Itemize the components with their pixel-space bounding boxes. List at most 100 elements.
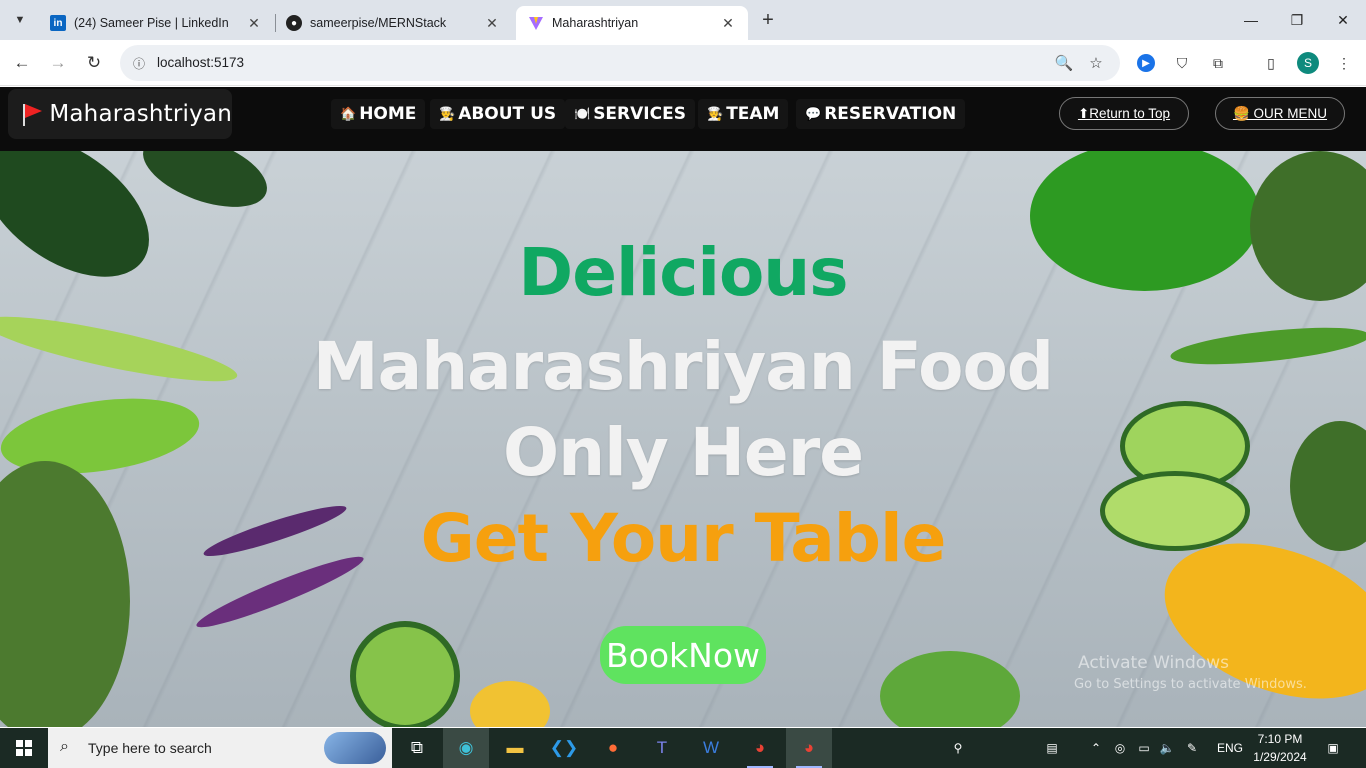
- web-page: Maharashtriyan 🏠 HOME 👨‍🍳 ABOUT US 🍽️ SE…: [0, 87, 1366, 727]
- start-button[interactable]: [0, 728, 48, 768]
- notification-icon: ▣: [1327, 741, 1339, 755]
- tab-title: sameerpise/MERNStack: [310, 16, 447, 30]
- news-icon: ▤: [1046, 741, 1058, 755]
- pen-icon: ✎: [1186, 741, 1198, 755]
- clock-date: 1/29/2024: [1253, 750, 1307, 764]
- extensions-button[interactable]: ⧉: [1207, 52, 1229, 74]
- search-highlight-image: [324, 732, 386, 764]
- search-placeholder: Type here to search: [88, 740, 212, 756]
- vite-icon: [528, 15, 544, 31]
- language-indicator[interactable]: ENG: [1212, 728, 1248, 768]
- taskbar: ⌕ Type here to search ⧉ ◉ ▬ ❮❯ ● T W ◕ ◕…: [0, 728, 1366, 768]
- folder-icon: ▬: [506, 738, 524, 757]
- github-icon: ●: [286, 15, 302, 31]
- address-bar[interactable]: ⓘ localhost:5173 🔍 ☆: [120, 45, 1120, 81]
- new-tab-button[interactable]: +: [756, 8, 780, 32]
- nav-home[interactable]: 🏠 HOME: [331, 99, 426, 129]
- taskbar-file-explorer[interactable]: ▬: [492, 728, 538, 768]
- news-widget-button[interactable]: ▤: [1038, 728, 1066, 768]
- extension-button[interactable]: ▶: [1135, 52, 1157, 74]
- avatar: S: [1297, 52, 1319, 74]
- chrome-icon: ◕: [754, 738, 766, 757]
- side-panel-icon: ▯: [1267, 54, 1275, 71]
- cucumber-slice-image: [350, 621, 460, 727]
- close-window-button[interactable]: ✕: [1320, 0, 1366, 40]
- bookmark-star-icon[interactable]: ☆: [1085, 53, 1107, 73]
- our-menu-button[interactable]: 🍔 OUR MENU: [1215, 97, 1345, 130]
- taskbar-chrome-profile[interactable]: ◕: [786, 728, 832, 768]
- tab-linkedin[interactable]: in (24) Sameer Pise | LinkedIn ✕: [38, 6, 274, 40]
- activate-windows-subtitle: Go to Settings to activate Windows.: [1074, 677, 1307, 692]
- clock-time: 7:10 PM: [1257, 732, 1303, 746]
- linkedin-icon: in: [50, 15, 66, 31]
- people-button[interactable]: ⚲: [944, 728, 972, 768]
- lettuce-image: [880, 651, 1020, 727]
- battery-button[interactable]: ▭: [1134, 728, 1154, 768]
- zoom-icon[interactable]: 🔍: [1053, 53, 1075, 73]
- task-view-icon: ⧉: [410, 738, 424, 757]
- profile-button[interactable]: S: [1297, 52, 1319, 74]
- tab-maharashtriyan[interactable]: Maharashtriyan ✕: [516, 6, 748, 40]
- hero-heading-main: Maharashriyan Food Only Here: [312, 328, 1054, 491]
- tab-search-button[interactable]: ▼: [8, 8, 32, 32]
- chrome-icon: ◕: [803, 738, 815, 757]
- return-to-top-button[interactable]: ⬆Return to Top: [1059, 97, 1189, 130]
- side-panel-button[interactable]: ▯: [1260, 52, 1282, 74]
- taskbar-postman[interactable]: ●: [590, 728, 636, 768]
- taskbar-search[interactable]: ⌕ Type here to search: [48, 728, 392, 768]
- more-vert-icon: ⋮: [1337, 54, 1351, 71]
- taskbar-word[interactable]: W: [688, 728, 734, 768]
- taskbar-vscode[interactable]: ❮❯: [541, 728, 587, 768]
- taskbar-edge[interactable]: ◉: [443, 728, 489, 768]
- url-text[interactable]: localhost:5173: [157, 55, 244, 70]
- tab-title: Maharashtriyan: [552, 16, 639, 30]
- system-clock[interactable]: 7:10 PM 1/29/2024: [1248, 730, 1312, 766]
- nav-label: HOME: [359, 104, 417, 124]
- close-icon[interactable]: ✕: [246, 15, 262, 32]
- meet-now-button[interactable]: ◎: [1110, 728, 1130, 768]
- taskbar-teams[interactable]: T: [639, 728, 685, 768]
- vscode-icon: ❮❯: [549, 738, 579, 757]
- nav-reservation[interactable]: 💬 RESERVATION: [796, 99, 966, 129]
- shield-extension-button[interactable]: ⛉: [1171, 52, 1193, 74]
- nav-team[interactable]: 🧑‍🍳 TEAM: [698, 99, 789, 129]
- house-icon: 🏠: [340, 106, 357, 122]
- activate-windows-title: Activate Windows: [1078, 653, 1229, 673]
- postman-icon: ●: [607, 738, 619, 757]
- nav-about-us[interactable]: 👨‍🍳 ABOUT US: [430, 99, 566, 129]
- plate-icon: 🍽️: [574, 106, 591, 122]
- search-icon: ⌕: [60, 738, 69, 755]
- chevron-up-icon: ⌃: [1090, 741, 1102, 755]
- menu-button[interactable]: ⋮: [1333, 52, 1355, 74]
- forward-button[interactable]: →: [45, 50, 71, 76]
- minimize-button[interactable]: —: [1228, 0, 1274, 40]
- nav-label: SERVICES: [593, 104, 686, 124]
- speaker-icon: 🔈: [1159, 741, 1175, 755]
- tab-strip: ▼ in (24) Sameer Pise | LinkedIn ✕ ● sam…: [0, 0, 1366, 40]
- taskbar-chrome[interactable]: ◕: [737, 728, 783, 768]
- nav-services[interactable]: 🍽️ SERVICES: [565, 99, 695, 129]
- tab-github[interactable]: ● sameerpise/MERNStack ✕: [274, 6, 512, 40]
- book-now-button[interactable]: BookNow: [600, 626, 766, 684]
- restore-button[interactable]: ❐: [1274, 0, 1320, 40]
- brand-logo[interactable]: Maharashtriyan: [8, 89, 232, 139]
- play-extension-icon: ▶: [1137, 54, 1155, 72]
- nav-label: ABOUT US: [458, 104, 557, 124]
- task-view-button[interactable]: ⧉: [394, 728, 440, 768]
- pen-button[interactable]: ✎: [1182, 728, 1202, 768]
- close-icon[interactable]: ✕: [720, 15, 736, 32]
- site-info-icon[interactable]: ⓘ: [130, 54, 148, 72]
- nav-label: TEAM: [726, 104, 780, 124]
- battery-icon: ▭: [1138, 741, 1150, 755]
- hero-heading-table: Get Your Table: [420, 500, 947, 577]
- plus-icon: +: [762, 8, 774, 31]
- flag-icon: [20, 102, 43, 126]
- volume-button[interactable]: 🔈: [1157, 728, 1177, 768]
- reload-button[interactable]: ↻: [81, 50, 107, 76]
- close-icon[interactable]: ✕: [484, 15, 500, 32]
- brand-name: Maharashtriyan: [49, 101, 232, 127]
- back-button[interactable]: ←: [9, 50, 35, 76]
- browser-toolbar: ← → ↻ ⓘ localhost:5173 🔍 ☆ ▶ ⛉ ⧉ ▯ S ⋮: [0, 40, 1366, 86]
- show-hidden-icons-button[interactable]: ⌃: [1086, 728, 1106, 768]
- notifications-button[interactable]: ▣: [1320, 728, 1346, 768]
